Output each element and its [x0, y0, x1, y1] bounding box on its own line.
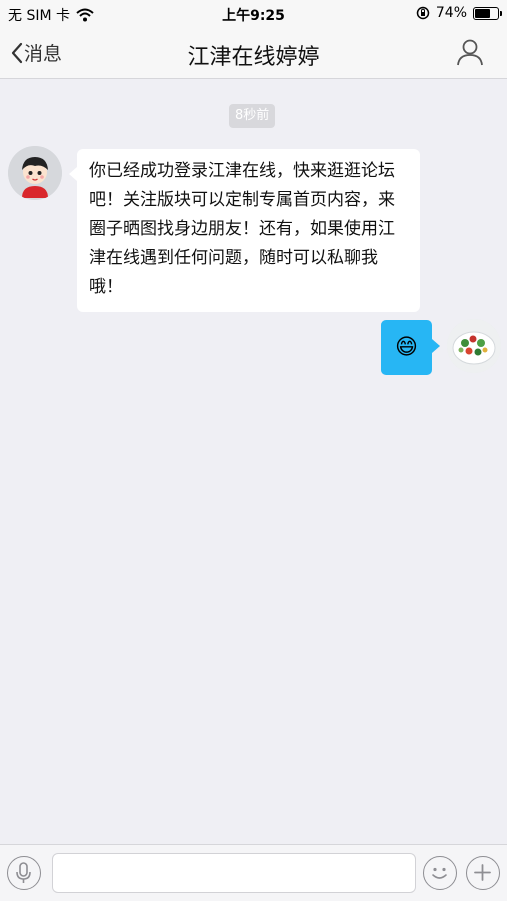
chat-area[interactable]: 8秒前 你已经成功登录江津在线，快来逛逛论坛吧！关注版块可以定制专属首页内容，来… [0, 79, 507, 844]
plus-icon [467, 857, 499, 888]
message-timestamp: 8秒前 [229, 104, 276, 128]
smiley-emoji: 😄 [395, 334, 418, 360]
status-right: 74% [416, 5, 502, 21]
emoji-button[interactable] [423, 856, 457, 890]
rotation-lock-icon [416, 6, 430, 20]
profile-button[interactable] [455, 37, 485, 67]
incoming-message-bubble[interactable]: 你已经成功登录江津在线，快来逛逛论坛吧！关注版块可以定制专属首页内容，来圈子晒图… [69, 149, 420, 312]
page-title: 江津在线婷婷 [187, 45, 320, 70]
voice-button[interactable] [7, 856, 41, 890]
battery-icon [473, 6, 502, 20]
smiley-icon [424, 857, 456, 888]
user-avatar[interactable] [447, 319, 501, 373]
incoming-message-text: 你已经成功登录江津在线，快来逛逛论坛吧！关注版块可以定制专属首页内容，来圈子晒图… [89, 161, 395, 297]
microphone-icon [8, 857, 40, 888]
person-icon [455, 37, 485, 67]
outgoing-message-bubble[interactable]: 😄 [381, 320, 440, 375]
nav-bar: 消息 江津在线婷婷 [0, 28, 507, 79]
contact-avatar[interactable] [8, 146, 62, 200]
message-input[interactable] [52, 853, 416, 893]
input-bar [0, 844, 507, 901]
battery-percent: 74% [435, 5, 467, 21]
more-button[interactable] [466, 856, 500, 890]
status-bar: 无 SIM 卡 上午9:25 74% [0, 0, 507, 28]
